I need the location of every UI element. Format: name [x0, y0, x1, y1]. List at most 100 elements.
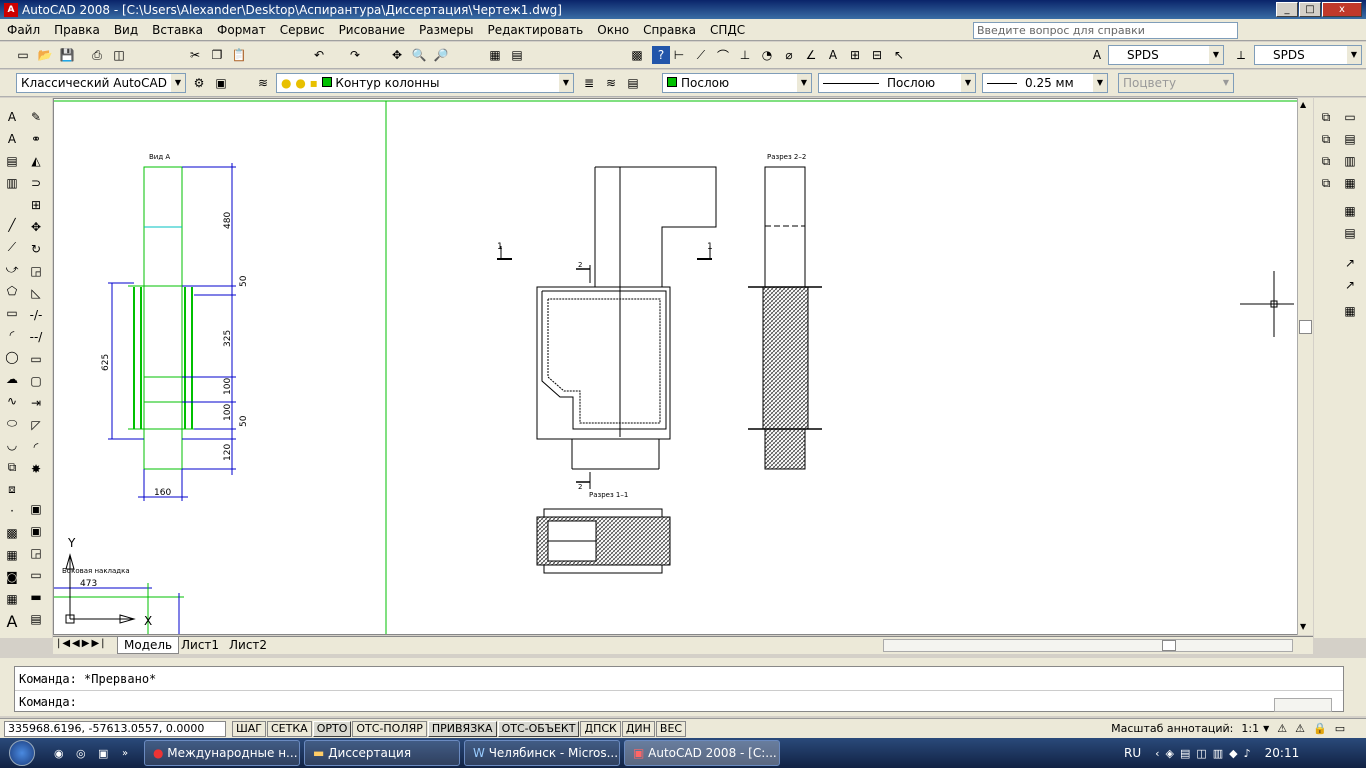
linetype-select[interactable]: Послою ▼: [818, 73, 976, 93]
spds-table-icon[interactable]: ▦: [1341, 202, 1359, 220]
dim-baseline-icon[interactable]: ⊞: [846, 46, 864, 64]
save-icon[interactable]: 💾: [58, 46, 76, 64]
lineweight-select[interactable]: 0.25 мм ▼: [982, 73, 1108, 93]
layer-select[interactable]: ● ● ▪ Контур колонны ▼: [276, 73, 574, 93]
snap-toggle[interactable]: ШАГ: [232, 720, 266, 737]
scroll-thumb[interactable]: [1299, 320, 1312, 334]
media-icon[interactable]: ▣: [98, 747, 116, 760]
copy-icon[interactable]: ❐: [208, 46, 226, 64]
hatch-icon[interactable]: ▩: [3, 524, 21, 542]
circle-icon[interactable]: ◯: [3, 348, 21, 366]
help-search-input[interactable]: Введите вопрос для справки: [973, 22, 1238, 39]
match-properties-icon[interactable]: ✎: [27, 108, 45, 126]
dim-radius-icon[interactable]: ◔: [758, 46, 776, 64]
maximize-button[interactable]: □: [1299, 2, 1321, 17]
menu-file[interactable]: Файл: [0, 23, 47, 37]
scale-icon[interactable]: ◲: [27, 262, 45, 280]
zoom-realtime-icon[interactable]: 🔍: [410, 46, 428, 64]
workspace-select[interactable]: Классический AutoCAD ▼: [16, 73, 186, 93]
arc-icon[interactable]: ◜: [3, 326, 21, 344]
polyline-icon[interactable]: ⤻: [3, 260, 21, 278]
language-indicator[interactable]: RU: [1124, 746, 1141, 760]
command-input[interactable]: Команда:: [15, 691, 1343, 713]
dim-angular-icon[interactable]: ∠: [802, 46, 820, 64]
text-edit-icon[interactable]: A: [3, 130, 21, 148]
mass-prop-icon[interactable]: ▭: [27, 566, 45, 584]
table-icon[interactable]: ▦: [3, 590, 21, 608]
grid-toggle[interactable]: СЕТКА: [267, 720, 312, 737]
spds-stamp-icon[interactable]: ▥: [1341, 152, 1359, 170]
tray-icons[interactable]: ‹◈▤◫▥◆♪: [1155, 747, 1257, 760]
workspace-lock-icon[interactable]: ▣: [212, 74, 230, 92]
dim-text-icon[interactable]: A: [824, 46, 842, 64]
copy-object-icon[interactable]: ⚭: [27, 130, 45, 148]
spds-spec-icon[interactable]: ▦: [1341, 302, 1359, 320]
break-point-icon[interactable]: ▢: [27, 372, 45, 390]
ortho-toggle[interactable]: ОРТО: [312, 720, 352, 737]
task-autocad[interactable]: ▣ AutoCAD 2008 - [C:...: [624, 740, 780, 766]
annotation-scale-value[interactable]: 1:1: [1241, 722, 1259, 735]
spds-note-icon[interactable]: ▤: [1341, 224, 1359, 242]
tab-model[interactable]: Модель: [117, 637, 180, 654]
array-icon[interactable]: ⊞: [27, 196, 45, 214]
dim-leader-icon[interactable]: ↖: [890, 46, 908, 64]
spds-frame-icon[interactable]: ▤: [1341, 130, 1359, 148]
menu-tools[interactable]: Сервис: [273, 23, 332, 37]
preview-icon[interactable]: ◫: [110, 46, 128, 64]
lwt-toggle[interactable]: ВЕС: [655, 720, 687, 737]
open-icon[interactable]: 📂: [36, 46, 54, 64]
layer-previous-icon[interactable]: ≋: [602, 74, 620, 92]
mirror-icon[interactable]: ◭: [27, 152, 45, 170]
spds-format-icon[interactable]: ▭: [1341, 108, 1359, 126]
draw-order-icon[interactable]: ⧉: [1317, 108, 1335, 126]
dist-icon[interactable]: ▣: [27, 500, 45, 518]
menu-draw[interactable]: Рисование: [332, 23, 412, 37]
polygon-icon[interactable]: ⬠: [3, 282, 21, 300]
send-under-icon[interactable]: ⧉: [1317, 174, 1335, 192]
properties-icon[interactable]: ▦: [486, 46, 504, 64]
menu-spds[interactable]: СПДС: [703, 23, 752, 37]
tab-sheet2[interactable]: Лист2: [223, 637, 273, 654]
dyn-toggle[interactable]: ДИН: [621, 720, 655, 737]
redo-icon[interactable]: ↷: [346, 46, 364, 64]
cut-icon[interactable]: ✂: [186, 46, 204, 64]
paste-icon[interactable]: 📋: [230, 46, 248, 64]
line-icon[interactable]: ╱: [3, 216, 21, 234]
menu-edit[interactable]: Правка: [47, 23, 107, 37]
layer-states-icon[interactable]: ▤: [624, 74, 642, 92]
list-icon[interactable]: ▬: [27, 588, 45, 606]
zoom-window-icon[interactable]: 🔎: [432, 46, 450, 64]
task-folder[interactable]: ▬ Диссертация: [304, 740, 460, 766]
make-layer-current-icon[interactable]: ≣: [580, 74, 598, 92]
region-draw-icon[interactable]: ◙: [3, 568, 21, 586]
ie-icon[interactable]: ◎: [76, 747, 94, 760]
stretch-icon[interactable]: ◺: [27, 284, 45, 302]
point-icon[interactable]: ·: [3, 502, 21, 520]
spline-icon[interactable]: ∿: [3, 392, 21, 410]
polar-toggle[interactable]: ОТС-ПОЛЯР: [352, 720, 427, 737]
coordinates-readout[interactable]: 335968.6196, -57613.0557, 0.0000: [4, 720, 226, 737]
rectangle-icon[interactable]: ▭: [3, 304, 21, 322]
dim-ordinate-icon[interactable]: ⊥: [736, 46, 754, 64]
minimize-button[interactable]: _: [1276, 2, 1298, 17]
firefox-icon[interactable]: ◉: [54, 747, 72, 760]
spds-leader-icon[interactable]: ↗: [1341, 254, 1359, 272]
locate-icon[interactable]: ▤: [27, 610, 45, 628]
dim-aligned-icon[interactable]: ⟋: [692, 46, 710, 64]
command-area[interactable]: Команда: *Прервано* Команда:: [14, 666, 1344, 712]
design-center-icon[interactable]: ▤: [508, 46, 526, 64]
bring-front-icon[interactable]: ⧉: [1317, 130, 1335, 148]
calculator-icon[interactable]: ▩: [628, 46, 646, 64]
dim-style-icon[interactable]: ⟂: [1232, 46, 1250, 64]
revcloud-icon[interactable]: ☁: [3, 370, 21, 388]
make-block-icon[interactable]: ⧈: [3, 480, 21, 498]
color-select[interactable]: Послою ▼: [662, 73, 812, 93]
extend-icon[interactable]: --/: [27, 328, 45, 346]
undo-icon[interactable]: ↶: [310, 46, 328, 64]
command-scrollbar[interactable]: [1274, 698, 1332, 712]
osnap-toggle[interactable]: ПРИВЯЗКА: [427, 720, 497, 737]
ellipse-arc-icon[interactable]: ◡: [3, 436, 21, 454]
text-scale-icon[interactable]: ▥: [3, 174, 21, 192]
dim-continue-icon[interactable]: ⊟: [868, 46, 886, 64]
gradient-icon[interactable]: ▦: [3, 546, 21, 564]
